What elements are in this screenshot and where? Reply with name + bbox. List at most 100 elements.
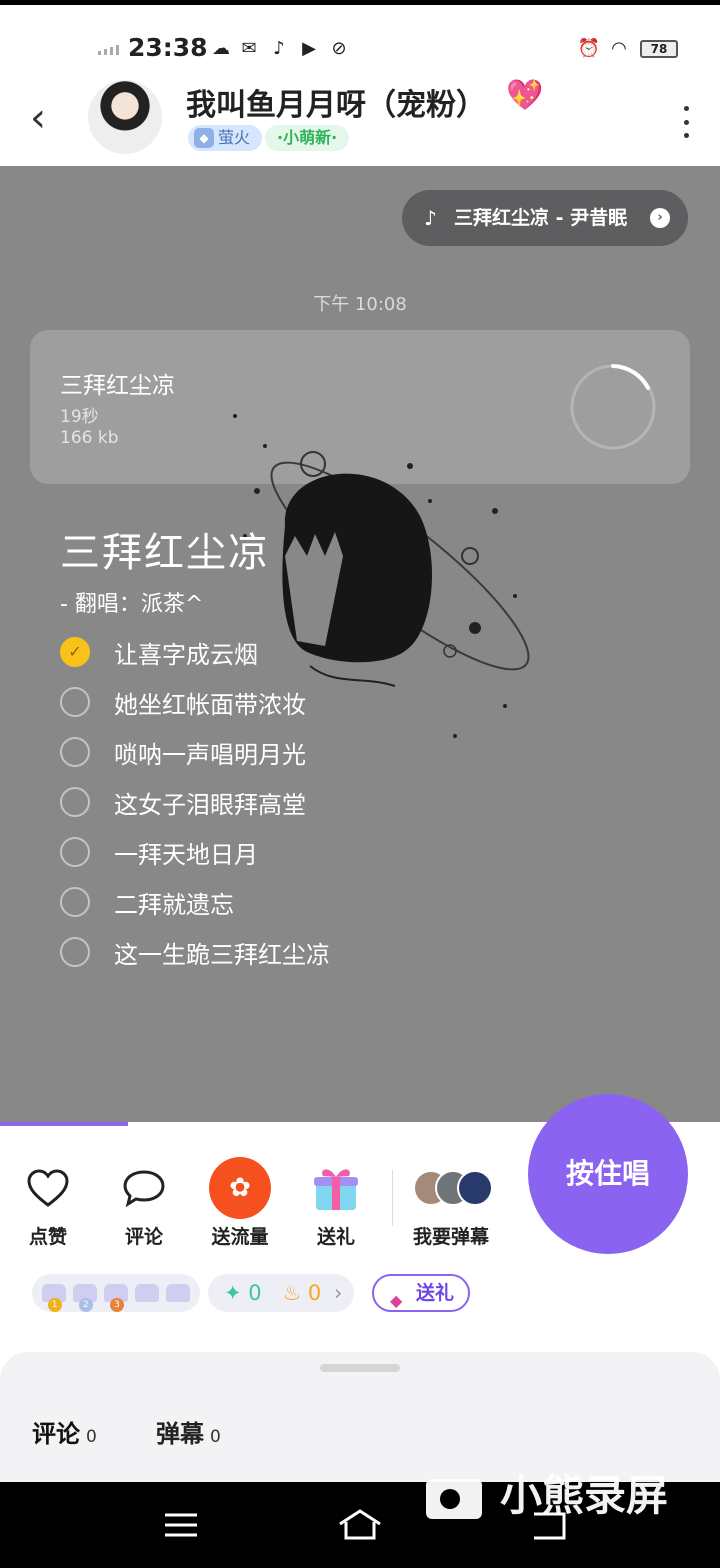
newbie-badge[interactable]: ·小萌新·: [265, 125, 350, 151]
audio-duration: 19秒: [60, 407, 99, 427]
chat-bubble-icon: [112, 1156, 176, 1220]
audio-title: 三拜红尘凉: [60, 373, 175, 399]
lyric-line[interactable]: 一拜天地日月: [60, 832, 258, 872]
seat-slots[interactable]: 1 2 3: [32, 1274, 200, 1312]
loading-spinner-icon: [570, 364, 656, 450]
popularity-stats[interactable]: ✦ 0 ♨ 0 ›: [208, 1274, 354, 1312]
radio-icon: [60, 837, 90, 867]
drag-handle[interactable]: [320, 1364, 400, 1372]
radio-icon: [60, 687, 90, 717]
send-gift-pill[interactable]: ◆ 送礼: [372, 1274, 470, 1312]
send-traffic-button[interactable]: ✿ 送流量: [200, 1156, 280, 1249]
chevron-left-icon: ‹: [30, 95, 46, 141]
level-badge-label: 萤火: [218, 128, 251, 147]
status-time: 23:38: [128, 33, 208, 62]
battery-icon: 78: [640, 40, 678, 58]
gift-icon: ◆: [390, 1291, 403, 1310]
like-button[interactable]: 点赞: [8, 1156, 88, 1249]
message-icon: ✉: [241, 37, 257, 59]
seat-icon: 3: [103, 1284, 128, 1312]
chevron-right-icon: ›: [333, 1281, 343, 1305]
cloud-icon: ☁: [212, 37, 230, 59]
comment-button[interactable]: 评论: [104, 1156, 184, 1249]
sparkle-heart-icon: 💖: [506, 78, 544, 113]
diamond-icon: ◆: [194, 128, 214, 148]
audio-size: 166 kb: [60, 428, 119, 448]
fire-count: 0: [307, 1281, 322, 1305]
send-gift-label: 送礼: [416, 1282, 455, 1304]
wifi-icon: ◠: [611, 37, 627, 59]
tab-comments-label: 评论: [32, 1420, 80, 1448]
status-bar: 23:38 ☁ ✉ ♪ ▶ ⊘ ⏰ ◠ 78: [0, 0, 720, 80]
gold-medal-icon: 1: [47, 1298, 62, 1312]
lyric-line[interactable]: 唢呐一声唱明月光: [60, 732, 306, 772]
comments-count: 0: [86, 1427, 97, 1447]
link-icon: ⊘: [331, 37, 347, 59]
lyric-text: 她坐红帐面带浓妆: [114, 690, 306, 719]
tab-danmaku[interactable]: 弹幕 0: [156, 1414, 221, 1449]
radio-icon: [60, 787, 90, 817]
fan-avatars: [409, 1156, 493, 1220]
radio-icon: [60, 887, 90, 917]
danmaku-count: 0: [210, 1427, 221, 1447]
lyric-line[interactable]: ✓ 让喜字成云烟: [60, 632, 258, 672]
fire-icon: ♨: [282, 1281, 302, 1305]
music-note-icon: ♪: [424, 206, 437, 230]
comment-label: 评论: [124, 1226, 163, 1248]
gift-button[interactable]: 送礼: [296, 1156, 376, 1249]
lyric-text: 这一生跪三拜红尘凉: [114, 940, 330, 969]
lyric-line[interactable]: 二拜就遗忘: [60, 882, 234, 922]
song-message-area: ♪ 三拜红尘凉 - 尹昔眠 › 下午 10:08 三拜红尘凉 19秒 166 k…: [0, 166, 720, 1124]
now-playing-pill[interactable]: ♪ 三拜红尘凉 - 尹昔眠 ›: [402, 190, 688, 246]
level-badge[interactable]: ◆ 萤火: [188, 125, 263, 151]
tiktok-icon: ♪: [273, 37, 285, 59]
lyric-line[interactable]: 这一生跪三拜红尘凉: [60, 932, 330, 972]
check-icon: ✓: [60, 637, 90, 667]
lyric-line[interactable]: 这女子泪眼拜高堂: [60, 782, 306, 822]
camera-icon: [426, 1478, 482, 1519]
heart-icon: [16, 1156, 80, 1220]
now-playing-label: 三拜红尘凉 - 尹昔眠: [454, 207, 628, 229]
danmaku-button[interactable]: 我要弹幕: [406, 1156, 496, 1249]
playback-progress: [0, 1122, 128, 1126]
seat-icon: 2: [72, 1284, 97, 1312]
lyric-text: 这女子泪眼拜高堂: [114, 790, 306, 819]
lyric-text: 二拜就遗忘: [114, 890, 234, 919]
silver-medal-icon: 2: [78, 1298, 93, 1312]
send-traffic-label: 送流量: [211, 1226, 269, 1248]
like-label: 点赞: [28, 1226, 67, 1248]
screen-recorder-watermark: 小熊录屏: [426, 1462, 668, 1523]
avatar: [457, 1170, 493, 1206]
radio-icon: [60, 937, 90, 967]
chevron-right-icon: ›: [650, 208, 670, 228]
tab-comments[interactable]: 评论 0: [32, 1414, 106, 1450]
seat-icon: [166, 1284, 191, 1302]
tab-danmaku-label: 弹幕: [156, 1420, 204, 1448]
menu-icon[interactable]: [158, 1502, 204, 1548]
back-button[interactable]: ‹: [30, 98, 46, 138]
hold-to-sing-button[interactable]: 按住唱: [528, 1094, 688, 1254]
chat-header: ‹ 我叫鱼月月呀（宠粉） 💖 ◆ 萤火 ·小萌新·: [0, 78, 720, 166]
seat-icon: [135, 1284, 160, 1302]
bronze-medal-icon: 3: [109, 1298, 124, 1312]
traffic-icon: ✿: [208, 1156, 272, 1220]
radio-icon: [60, 737, 90, 767]
lyric-text: 一拜天地日月: [114, 840, 258, 869]
page-title: 我叫鱼月月呀（宠粉）: [186, 88, 486, 123]
star-icon: ✦: [224, 1281, 242, 1305]
avatar[interactable]: [88, 80, 162, 154]
lyric-line[interactable]: 她坐红帐面带浓妆: [60, 682, 306, 722]
lyric-text: 唢呐一声唱明月光: [114, 740, 306, 769]
song-title: 三拜红尘凉: [60, 530, 270, 576]
more-button[interactable]: [676, 102, 696, 142]
play-icon: ▶: [302, 37, 316, 59]
lyric-text: 让喜字成云烟: [114, 640, 258, 669]
signal-icon: [98, 45, 119, 55]
home-icon[interactable]: [337, 1502, 383, 1548]
watermark-text: 小熊录屏: [500, 1471, 669, 1520]
star-count: 0: [248, 1281, 262, 1305]
gift-box-icon: [304, 1156, 368, 1220]
seat-icon: 1: [41, 1284, 66, 1312]
divider: [392, 1170, 393, 1226]
gift-label: 送礼: [316, 1226, 355, 1248]
